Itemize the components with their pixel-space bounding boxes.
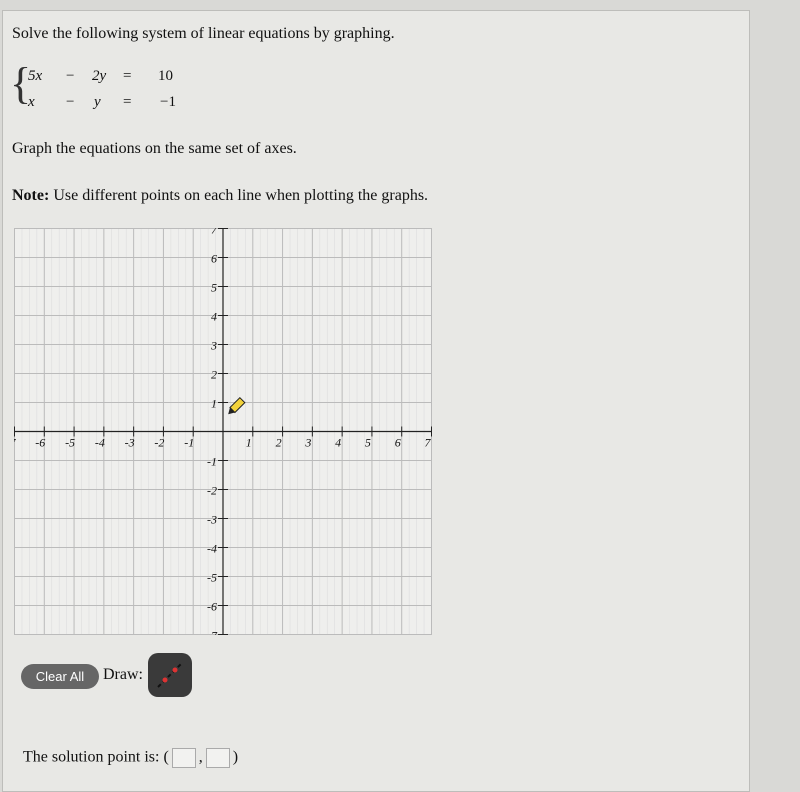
x-tick-label: -6 bbox=[35, 436, 45, 450]
solution-y-input[interactable] bbox=[205, 748, 230, 768]
note: Note: Use different points on each line … bbox=[12, 187, 428, 205]
term: x bbox=[28, 94, 35, 110]
y-tick-label: 2 bbox=[211, 368, 217, 382]
question-prompt: Solve the following system of linear equ… bbox=[12, 25, 395, 42]
y-tick-label: -6 bbox=[207, 600, 217, 614]
x-tick-label: 5 bbox=[365, 436, 371, 450]
y-tick-label: 3 bbox=[210, 339, 217, 353]
term: 2y bbox=[92, 68, 107, 84]
clear-all-button[interactable]: Clear All bbox=[21, 664, 99, 689]
y-tick-label: 1 bbox=[211, 397, 217, 411]
constant: −1 bbox=[160, 94, 176, 110]
close-paren: ) bbox=[232, 748, 239, 766]
equation-system: { 5x − 2y = 10 x − y = −1 bbox=[10, 59, 200, 118]
solution-label: The solution point is: ( bbox=[23, 748, 169, 766]
equals: = bbox=[123, 94, 132, 110]
comma: , bbox=[198, 748, 203, 766]
x-tick-label: -2 bbox=[154, 436, 164, 450]
x-tick-label: 2 bbox=[276, 436, 282, 450]
operator: − bbox=[66, 94, 75, 110]
term: 5x bbox=[28, 68, 43, 84]
x-tick-label: -1 bbox=[184, 436, 194, 450]
constant: 10 bbox=[158, 68, 173, 84]
y-tick-label: -4 bbox=[207, 542, 217, 556]
note-label: Note: bbox=[12, 187, 50, 204]
y-tick-label: -5 bbox=[207, 571, 217, 585]
y-tick-label: 5 bbox=[211, 281, 217, 295]
term: y bbox=[94, 94, 101, 110]
solution-x-input[interactable] bbox=[171, 748, 196, 768]
instruction: Graph the equations on the same set of a… bbox=[12, 140, 297, 157]
x-tick-label: 4 bbox=[335, 436, 341, 450]
operator: − bbox=[66, 68, 75, 84]
y-tick-label: 7 bbox=[211, 228, 218, 237]
x-tick-label: 6 bbox=[395, 436, 401, 450]
x-tick-label: -5 bbox=[65, 436, 75, 450]
x-tick-label: 3 bbox=[304, 436, 311, 450]
note-text: Use different points on each line when p… bbox=[49, 187, 429, 204]
y-tick-label: -2 bbox=[207, 484, 217, 498]
x-tick-label: 1 bbox=[246, 436, 252, 450]
x-tick-label: -3 bbox=[125, 436, 135, 450]
line-tool-icon bbox=[157, 662, 183, 688]
line-tool-button[interactable] bbox=[148, 653, 192, 697]
x-tick-label: -4 bbox=[95, 436, 105, 450]
graph-canvas[interactable]: -7 -6 -5 -4 -3 -2 -1 1 2 3 4 5 6 7 7 6 5 4 3 2 1 -1 -2 -3 -4 -5 -6… bbox=[14, 228, 432, 635]
draw-label: Draw: bbox=[103, 666, 143, 683]
y-tick-label: 4 bbox=[211, 310, 217, 324]
equals: = bbox=[123, 68, 132, 84]
solution-row: The solution point is: (,) bbox=[23, 748, 238, 768]
y-tick-label: -1 bbox=[207, 455, 217, 469]
x-tick-label: 7 bbox=[425, 436, 432, 450]
y-tick-label: -7 bbox=[207, 629, 218, 636]
y-tick-label: 6 bbox=[211, 252, 217, 266]
y-tick-label: -3 bbox=[207, 513, 217, 527]
